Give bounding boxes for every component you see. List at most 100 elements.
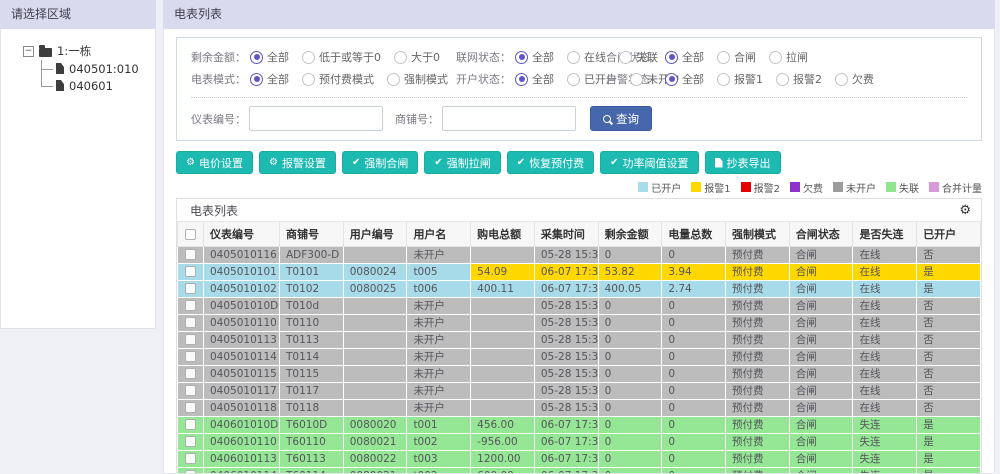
tree-node-040501:010[interactable]: 040501:010 [41, 60, 149, 78]
table-row[interactable]: 0405010113T0113未开户05-28 15:30:0000预付费合闸在… [177, 331, 981, 349]
cell [343, 246, 408, 264]
column-header[interactable]: 是否失连 [852, 222, 918, 247]
row-checkbox[interactable] [184, 385, 196, 396]
tree-node-root[interactable]: − 1:一栋 [11, 43, 149, 59]
radio-icon[interactable] [250, 50, 263, 64]
radio-icon[interactable] [515, 50, 528, 64]
select-all-checkbox[interactable] [185, 228, 196, 240]
cell: 是 [916, 467, 981, 473]
radio-option[interactable]: 报警2 [776, 71, 822, 87]
action-button-强制合闸[interactable]: ✔ 强制合闸 [341, 151, 419, 174]
table-row[interactable]: 0405010114T0114未开户05-28 15:30:0000预付费合闸在… [177, 348, 981, 366]
meter-no-input[interactable] [249, 106, 383, 131]
table-row[interactable]: 0405010117T0117未开户05-28 15:30:0000预付费合闸在… [177, 382, 981, 400]
column-header[interactable]: 仪表编号 [203, 222, 280, 247]
column-header[interactable]: 用户名 [406, 222, 472, 247]
radio-option[interactable]: 低于或等于0 [302, 49, 381, 65]
radio-option[interactable]: 预付费模式 [302, 71, 374, 87]
radio-option[interactable]: 报警1 [717, 71, 763, 87]
table-row[interactable]: 0406010113 T60113 0080022 t003 1200.00 06-07 … [177, 450, 981, 468]
tree-node-040601[interactable]: 040601 [41, 77, 149, 94]
radio-option[interactable]: 欠费 [835, 71, 874, 87]
column-header[interactable]: 用户编号 [342, 222, 408, 247]
table-row[interactable]: 040601010D T6010D 0080020 t001 456.00 06-07 1… [177, 416, 981, 434]
radio-icon[interactable] [302, 72, 315, 86]
row-checkbox[interactable] [184, 266, 196, 277]
radio-option[interactable]: 大于0 [394, 49, 440, 65]
radio-icon[interactable] [665, 50, 678, 64]
table-row[interactable]: 0406010110 T60110 0080021 t002 -956.00 06-07 … [177, 433, 981, 451]
action-button-强制拉闸[interactable]: ✔ 强制拉闸 [424, 151, 501, 174]
table-row[interactable]: 040501010DT010d未开户05-28 15:30:0000预付费合闸在… [177, 297, 981, 315]
cell [343, 399, 408, 417]
row-checkbox[interactable] [184, 334, 196, 345]
radio-option[interactable]: 合闸 [717, 49, 756, 65]
column-header[interactable]: 电量总数 [661, 222, 727, 247]
table-row[interactable]: 0405010102 T0102 0080025 t006 400.11 06-07 17… [177, 280, 981, 298]
cell: 预付费 [725, 416, 790, 434]
radio-icon[interactable] [717, 50, 730, 64]
table-row[interactable]: 0405010118T0118未开户05-28 15:30:0000预付费合闸在… [177, 399, 981, 417]
collapse-icon[interactable]: − [23, 45, 34, 57]
search-row: 仪表编号： 商铺号： 查询 [191, 106, 967, 131]
action-button-label: 强制合闸 [364, 157, 409, 170]
action-button-抄表导出[interactable]: 抄表导出 [704, 151, 781, 174]
radio-option[interactable]: 全部 [515, 71, 554, 87]
radio-icon[interactable] [665, 72, 678, 86]
radio-icon[interactable] [387, 72, 400, 86]
column-header[interactable]: 剩余金额 [597, 222, 663, 247]
column-header[interactable]: 已开户 [916, 222, 981, 247]
row-checkbox[interactable] [184, 402, 196, 413]
table-row[interactable]: 0405010115T0115未开户05-28 15:30:0000预付费合闸在… [177, 365, 981, 383]
radio-option[interactable]: 全部 [250, 71, 289, 87]
cell: 否 [916, 382, 981, 400]
table-row[interactable]: 0405010116ADF300-D 3未开户05-28 15:30:0000预… [177, 246, 981, 264]
column-header[interactable]: 购电总额 [470, 222, 535, 247]
table-row[interactable]: 0405010101 T0101 0080024 t005 54.09 06-07 17:… [177, 263, 981, 281]
radio-option[interactable]: 全部 [665, 49, 704, 65]
search-button[interactable]: 查询 [590, 106, 652, 131]
action-button-恢复预付费[interactable]: ✔ 恢复预付费 [506, 151, 595, 174]
radio-option[interactable]: 全部 [515, 49, 554, 65]
row-checkbox[interactable] [184, 300, 196, 311]
row-checkbox[interactable] [184, 368, 196, 379]
radio-icon[interactable] [776, 72, 789, 86]
shop-no-input[interactable] [442, 106, 576, 131]
table-settings-icon[interactable]: ⚙ [959, 204, 971, 217]
radio-icon[interactable] [630, 72, 643, 86]
cell: 合闸 [789, 314, 854, 332]
row-checkbox[interactable] [184, 419, 196, 430]
action-button-功率阈值设置[interactable]: ✔ 功率阈值设置 [600, 151, 699, 174]
column-header[interactable]: 商铺号 [279, 222, 344, 247]
radio-icon[interactable] [302, 50, 315, 64]
table-row[interactable]: 0405010110T0110未开户05-28 15:30:0000预付费合闸在… [177, 314, 981, 332]
row-checkbox[interactable] [184, 470, 196, 473]
radio-icon[interactable] [250, 72, 263, 86]
radio-option[interactable]: 拉闸 [769, 49, 808, 65]
radio-option[interactable]: 在线 [567, 49, 606, 65]
radio-icon[interactable] [835, 72, 848, 86]
radio-icon[interactable] [619, 50, 632, 64]
row-checkbox[interactable] [184, 351, 196, 362]
radio-option[interactable]: 强制模式 [387, 71, 448, 87]
radio-option[interactable]: 全部 [665, 71, 704, 87]
action-button-报警设置[interactable]: ⚙ 报警设置 [258, 151, 336, 174]
action-button-label: 强制拉闸 [446, 157, 491, 170]
row-checkbox[interactable] [184, 436, 196, 447]
row-checkbox[interactable] [184, 249, 196, 260]
radio-icon[interactable] [515, 72, 528, 86]
action-button-电价设置[interactable]: ⚙ 电价设置 [176, 151, 253, 174]
row-checkbox[interactable] [184, 283, 196, 294]
radio-icon[interactable] [769, 50, 782, 64]
radio-option[interactable]: 全部 [250, 49, 289, 65]
radio-icon[interactable] [567, 72, 580, 86]
radio-icon[interactable] [717, 72, 730, 86]
column-header[interactable]: 合闸状态 [788, 222, 854, 247]
radio-icon[interactable] [567, 50, 580, 64]
column-header[interactable]: 采集时间 [533, 222, 599, 247]
column-header[interactable]: 强制模式 [725, 222, 790, 247]
row-checkbox[interactable] [184, 453, 196, 464]
table-row[interactable]: 0406010114T601140080021t002600.0006-07 1… [177, 467, 981, 473]
radio-icon[interactable] [394, 50, 407, 64]
row-checkbox[interactable] [184, 317, 196, 328]
